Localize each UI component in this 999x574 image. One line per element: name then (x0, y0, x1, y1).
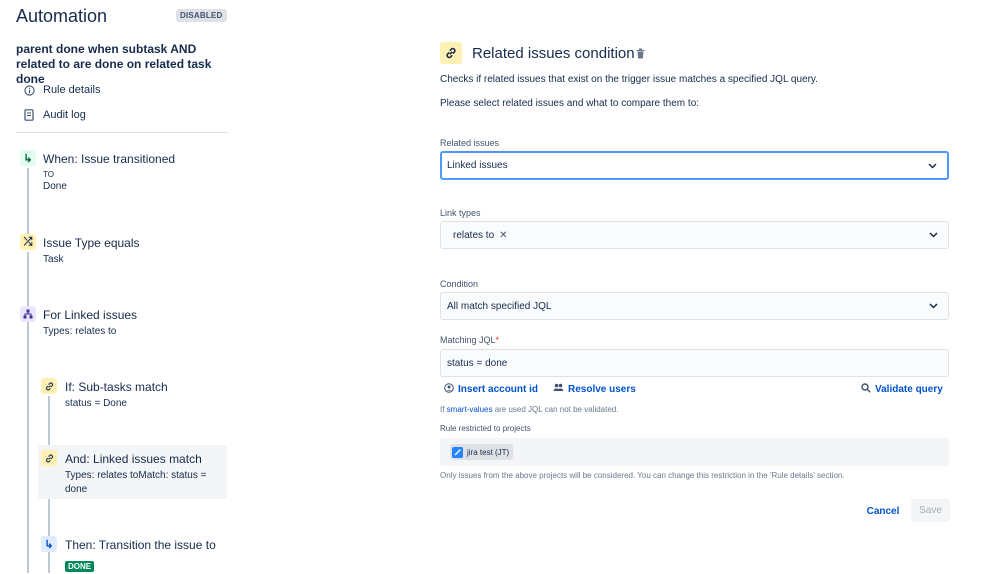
audit-log-link[interactable]: Audit log (22, 108, 86, 122)
connector-line (27, 322, 29, 573)
trash-icon[interactable] (636, 48, 645, 62)
scope-note: Only issues from the above projects will… (440, 471, 845, 480)
sidebar-divider (16, 132, 228, 133)
done-lozenge: DONE (65, 556, 95, 574)
rule-details-link[interactable]: Rule details (22, 83, 100, 97)
connector-line (48, 498, 50, 536)
step-sub: Types: relates toMatch: status = (65, 470, 207, 481)
step-sub: Task (43, 254, 64, 265)
step-title: And: Linked issues match (65, 452, 202, 466)
step-sub: status = Done (65, 398, 127, 409)
connector-line (27, 168, 29, 236)
step-sub: TO (43, 170, 54, 179)
project-chip: jira test (JT) (450, 444, 514, 460)
validate-query-button[interactable]: Validate query (861, 383, 943, 396)
condition-label: Condition (440, 279, 479, 289)
people-icon (553, 383, 564, 395)
panel-description: Checks if related issues that exist on t… (440, 74, 818, 85)
panel-instruction: Please select related issues and what to… (440, 98, 700, 109)
user-circle-icon (444, 383, 454, 396)
insert-account-id-button[interactable]: Insert account id (444, 383, 538, 396)
info-icon (22, 83, 36, 97)
step-title: When: Issue transitioned (43, 152, 176, 166)
condition-select[interactable]: All match specified JQL (440, 292, 949, 320)
step-trigger[interactable]: When: Issue transitioned TO Done (43, 152, 175, 194)
connector-line (48, 552, 50, 573)
project-chip-label: jira test (JT) (467, 447, 510, 457)
jql-value: status = done (447, 357, 508, 369)
cancel-button[interactable]: Cancel (862, 500, 904, 522)
related-issues-select[interactable]: Linked issues (440, 151, 949, 180)
link-types-select[interactable]: relates to ✕ (440, 221, 949, 249)
step-and-linked[interactable]: And: Linked issues match Types: relates … (65, 452, 206, 497)
transition-icon: ↳ (41, 536, 57, 552)
condition-value: All match specified JQL (447, 300, 552, 312)
transition-icon: ↳ (20, 150, 36, 166)
link-type-chip: relates to ✕ (447, 228, 514, 243)
link-type-chip-label: relates to (453, 229, 495, 241)
chevron-down-icon (928, 161, 937, 171)
project-icon (452, 446, 463, 458)
chevron-down-icon (929, 230, 938, 240)
connector-line (48, 396, 50, 450)
hierarchy-icon (20, 306, 36, 322)
connector-line (27, 252, 29, 306)
link-icon (41, 450, 57, 466)
smart-values-note: If smart-values are used JQL can not be … (440, 405, 619, 414)
rule-name: parent done when subtask AND related to … (16, 42, 212, 86)
status-badge: DISABLED (176, 9, 227, 22)
restricted-label: Rule restricted to projects (440, 424, 531, 433)
rule-details-label: Rule details (43, 84, 101, 96)
step-title: Then: Transition the issue to (65, 538, 216, 552)
step-sub: done (65, 484, 88, 495)
related-issues-value: Linked issues (447, 160, 508, 171)
step-if-subtasks[interactable]: If: Sub-tasks match status = Done (65, 380, 168, 411)
smart-values-link[interactable]: smart-values (447, 405, 493, 414)
chip-remove-icon[interactable]: ✕ (499, 230, 507, 241)
step-sub: Types: relates to (43, 326, 117, 337)
audit-log-label: Audit log (43, 109, 86, 121)
page-title: Automation (16, 6, 108, 26)
save-button[interactable]: Save (911, 499, 950, 522)
chevron-down-icon (929, 301, 938, 311)
resolve-users-button[interactable]: Resolve users (553, 383, 636, 395)
jql-input[interactable]: status = done (440, 349, 949, 377)
link-types-label: Link types (440, 208, 481, 218)
link-icon (41, 378, 57, 394)
step-sub: Done (43, 181, 67, 192)
document-icon (22, 108, 36, 122)
step-title: If: Sub-tasks match (65, 380, 168, 394)
search-icon (861, 383, 871, 396)
panel-title: Related issues condition (472, 45, 635, 62)
related-issues-label: Related issues (440, 138, 500, 148)
step-condition-issue-type[interactable]: Issue Type equals Task (43, 236, 140, 267)
link-icon (440, 42, 462, 64)
step-title: For Linked issues (43, 308, 138, 322)
step-branch-linked[interactable]: For Linked issues Types: relates to (43, 308, 137, 339)
shuffle-icon: ⤮ (20, 234, 36, 250)
projects-box: jira test (JT) (440, 438, 949, 466)
step-title: Issue Type equals (43, 236, 140, 250)
jql-label: Matching JQL* (440, 335, 500, 345)
step-then-transition[interactable]: Then: Transition the issue to (65, 538, 216, 552)
